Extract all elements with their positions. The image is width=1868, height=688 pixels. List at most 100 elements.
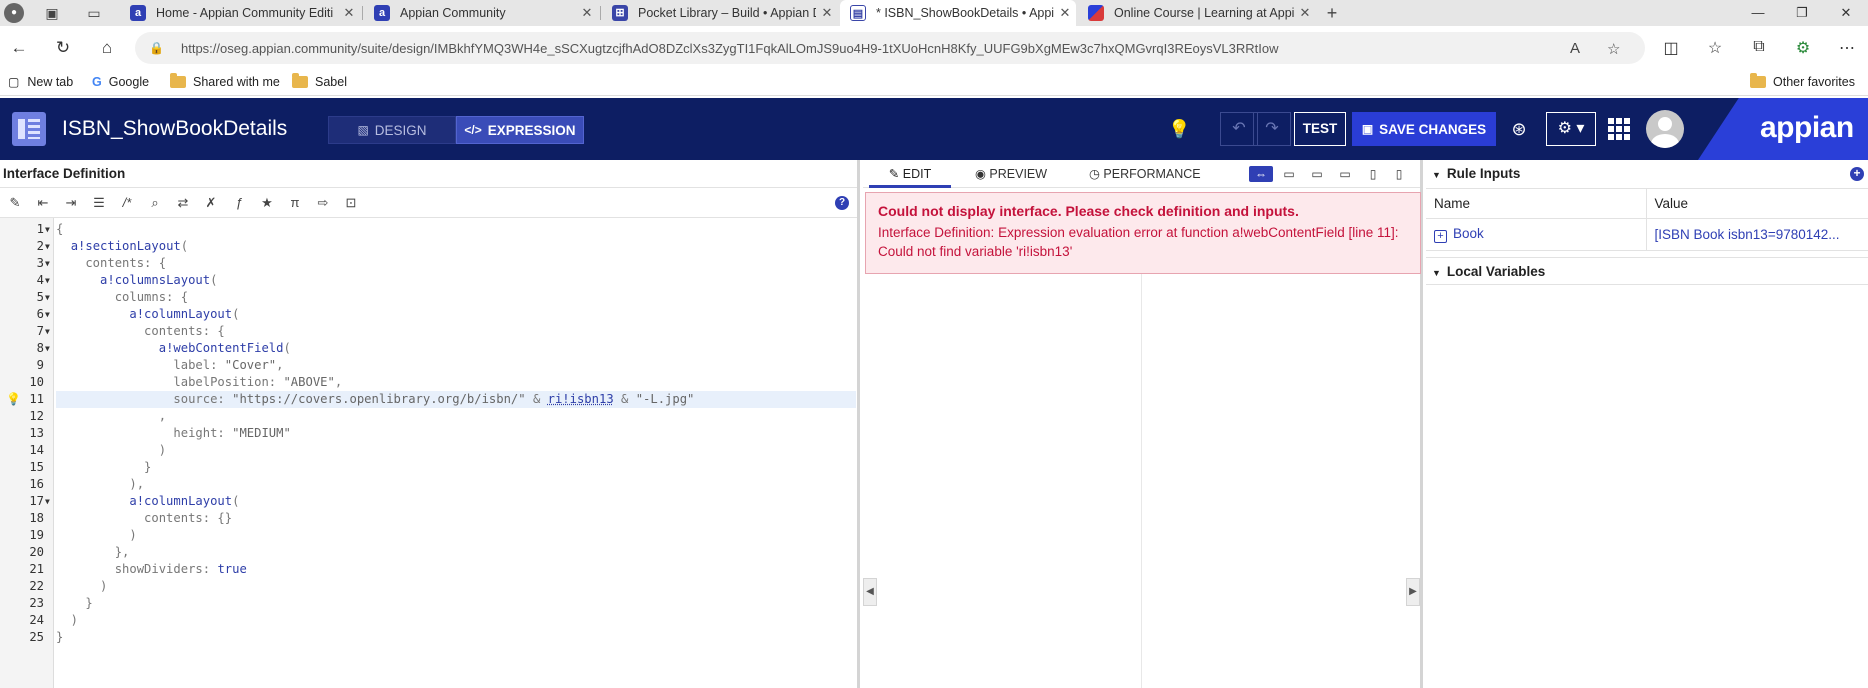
code-line[interactable]: a!sectionLayout( [56,238,188,255]
bookmark-new-tab[interactable]: ▢ New tab [8,75,73,89]
close-tab-icon[interactable]: ✕ [338,5,360,21]
split-screen-icon[interactable]: ◫ [1660,38,1682,58]
bookmark-sabel[interactable]: Sabel [292,73,347,89]
tab-edit[interactable]: ✎ EDIT [869,160,951,188]
fold-caret-icon[interactable]: ▼ [45,323,50,340]
minimize-icon[interactable]: — [1736,0,1780,26]
tab-performance[interactable]: ◷ PERFORMANCE [1089,160,1201,188]
fold-caret-icon[interactable]: ▼ [45,493,50,510]
add-rule-input-icon[interactable]: + [1850,167,1864,181]
close-tab-icon[interactable]: ✕ [816,5,838,21]
comment-icon[interactable]: /* [118,194,136,212]
browser-tab-isbn-showbookdetails[interactable]: ▤ * ISBN_ShowBookDetails • Appia ✕ [840,0,1076,26]
code-line[interactable]: { [56,221,63,238]
read-aloud-icon[interactable]: A [1570,40,1580,57]
export-icon[interactable]: ⇨ [314,194,332,212]
home-icon[interactable]: ⌂ [96,37,118,59]
code-line[interactable]: contents: { [56,323,225,340]
browser-tab-home[interactable]: a Home - Appian Community Editi ✕ [120,0,360,26]
search-icon[interactable]: ⌕ [146,194,164,212]
code-editor[interactable]: 1 ▼ 2 ▼ 3 ▼ 4 ▼ 5 ▼ 6 ▼ 7 ▼ 8 ▼ 9 10 11 💡 12 13 14 15 16 17 ▼ 18 19 2… [0,218,857,688]
code-line[interactable]: height: "MEDIUM" [56,425,290,442]
local-variables-header[interactable]: ▼ Local Variables [1426,257,1868,285]
back-icon[interactable]: ← [8,37,30,59]
lightbulb-hint-icon[interactable]: 💡 [6,391,21,408]
redo-button[interactable]: ↷ [1253,112,1291,146]
fold-caret-icon[interactable]: ▼ [45,255,50,272]
fold-caret-icon[interactable]: ▼ [45,272,50,289]
browser-tab-community[interactable]: a Appian Community ✕ [364,0,598,26]
code-line[interactable]: ) [56,442,166,459]
code-line[interactable]: ) [56,578,107,595]
restore-icon[interactable]: ❐ [1780,0,1824,26]
phone-icon[interactable]: ▯ [1389,166,1409,182]
code-line[interactable]: a!columnLayout( [56,306,239,323]
expression-mode-button[interactable]: </> EXPRESSION [456,116,584,144]
close-tab-icon[interactable]: ✕ [1054,5,1076,21]
browser-tab-online-course[interactable]: Online Course | Learning at Appi ✕ [1078,0,1316,26]
code-line[interactable]: columns: { [56,289,188,306]
fold-caret-icon[interactable]: ▼ [45,306,50,323]
code-line[interactable]: } [56,595,92,612]
rule-inputs-header[interactable]: ▼ Rule Inputs + [1426,160,1868,188]
code-line[interactable]: showDividers: true [56,561,247,578]
code-line[interactable]: contents: {} [56,510,232,527]
tab-preview[interactable]: ◉ PREVIEW [975,160,1047,188]
outdent-icon[interactable]: ⇤ [34,194,52,212]
desktop-icon[interactable]: ▭ [1307,166,1327,182]
code-line[interactable]: a!columnsLayout( [56,272,217,289]
fold-caret-icon[interactable]: ▼ [45,289,50,306]
favorites-icon[interactable]: ☆ [1704,38,1726,58]
bookmark-other-favorites[interactable]: Other favorites [1750,73,1855,89]
format-wand-icon[interactable]: ✎ [6,194,24,212]
test-search-icon[interactable]: ⊡ [342,194,360,212]
collections-icon[interactable]: ⧉ [1748,38,1770,56]
browser-tab-pocket-library[interactable]: ⊞ Pocket Library – Build • Appian D ✕ [602,0,838,26]
test-button[interactable]: TEST [1294,112,1346,146]
app-launcher-icon[interactable] [1608,118,1630,140]
laptop-icon[interactable]: ▭ [1335,166,1355,182]
profile-avatar-icon[interactable]: ● [4,3,24,23]
fold-caret-icon[interactable]: ▼ [45,340,50,357]
user-avatar[interactable] [1646,110,1684,148]
clear-icon[interactable]: ✗ [202,194,220,212]
code-line[interactable]: ), [56,476,144,493]
code-line[interactable]: label: "Cover", [56,357,283,374]
fold-caret-icon[interactable]: ▼ [45,238,50,255]
security-search-icon[interactable]: ⊛ [1506,117,1532,141]
code-line[interactable]: , [56,408,166,425]
collapse-right-icon[interactable]: ▶ [1406,578,1420,606]
bookmark-google[interactable]: G Google [92,75,149,89]
code-line[interactable]: }, [56,544,130,561]
fit-width-icon[interactable]: ⇔ [1249,166,1273,182]
close-tab-icon[interactable]: ✕ [576,5,598,21]
tab-actions-icon[interactable]: ▭ [84,3,104,23]
help-icon[interactable]: ? [835,196,849,210]
workspaces-icon[interactable]: ▣ [42,3,62,23]
close-window-icon[interactable]: ✕ [1824,0,1868,26]
desktop-wide-icon[interactable]: ▭ [1279,166,1299,182]
code-line[interactable]: ) [56,527,136,544]
extensions-icon[interactable]: ⚙ [1792,38,1814,58]
design-mode-button[interactable]: ▧ DESIGN [328,116,456,144]
bookmark-shared-with-me[interactable]: Shared with me [170,73,280,89]
rule-input-name[interactable]: + Book [1426,218,1646,251]
constant-pi-icon[interactable]: π [286,194,304,212]
function-icon[interactable]: ƒ [230,194,248,212]
code-line[interactable]: a!webContentField( [56,340,291,357]
more-menu-icon[interactable]: ⋯ [1836,38,1858,58]
close-tab-icon[interactable]: ✕ [1294,5,1316,21]
fold-caret-icon[interactable]: ▼ [45,221,50,238]
code-line[interactable]: } [56,459,151,476]
expand-icon[interactable]: + [1434,230,1447,243]
code-line[interactable]: } [56,629,63,646]
code-line[interactable]: labelPosition: "ABOVE", [56,374,342,391]
lightbulb-icon[interactable]: 💡 [1168,117,1190,141]
new-tab-button[interactable]: + [1322,3,1342,23]
settings-menu-button[interactable]: ⚙ ▾ [1546,112,1596,146]
collapse-left-icon[interactable]: ◀ [863,578,877,606]
url-bar[interactable]: 🔒 https://oseg.appian.community/suite/de… [135,32,1645,64]
favorite-icon[interactable]: ★ [258,194,276,212]
refresh-icon[interactable]: ↻ [52,37,74,59]
code-line[interactable]: source: "https://covers.openlibrary.org/… [56,391,856,408]
